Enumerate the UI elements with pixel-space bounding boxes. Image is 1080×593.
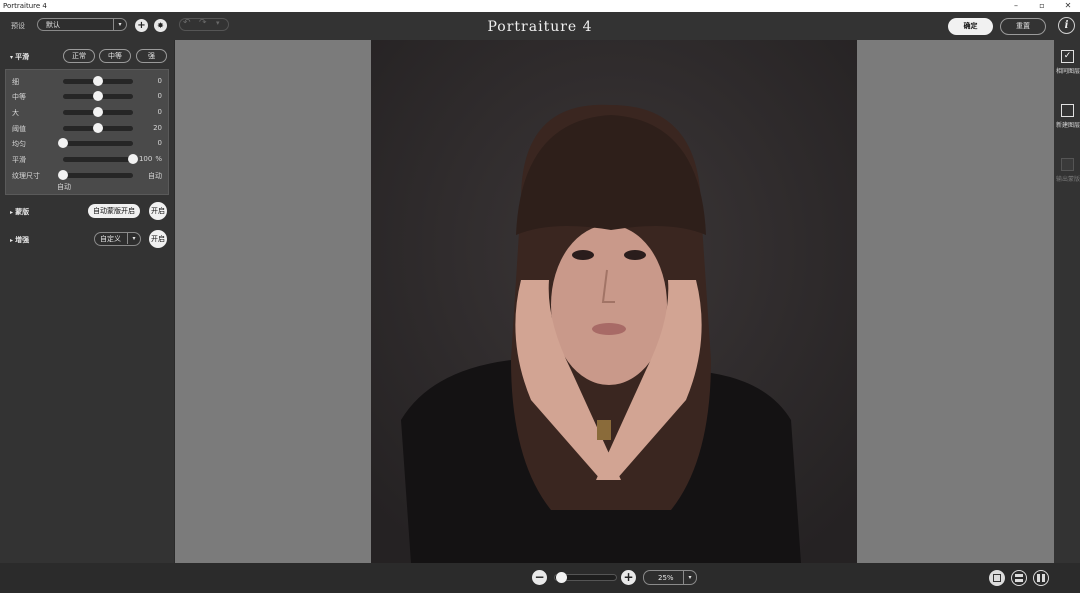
slider-thumb[interactable] xyxy=(128,154,138,164)
slider-row: 均匀 0 xyxy=(12,138,162,148)
info-icon[interactable]: i xyxy=(1058,17,1075,34)
enhance-mode-value: 自定义 xyxy=(100,235,121,243)
split-horizontal-icon[interactable] xyxy=(1011,570,1027,586)
slider-track[interactable] xyxy=(58,170,133,180)
slider-track[interactable] xyxy=(58,138,133,148)
slider-label: 纹理尺寸 xyxy=(12,172,40,180)
slider-thumb[interactable] xyxy=(58,138,68,148)
zoom-out-button[interactable]: − xyxy=(532,570,547,585)
slider-row: 纹理尺寸 自动 xyxy=(12,170,162,180)
slider-value: 0 xyxy=(157,77,162,85)
slider-label: 均匀 xyxy=(12,140,26,148)
smoothing-sliders-panel: 细 0 中等 0 大 0 阈值 20 均匀 0 平滑 100% 纹理尺寸 自动 … xyxy=(5,69,169,195)
window-titlebar: Portraiture 4 – ▫ ✕ xyxy=(0,0,1080,12)
chevron-down-icon[interactable]: ▾ xyxy=(127,233,140,244)
slider-value: 100% xyxy=(138,155,162,163)
mask-header[interactable]: ▸ 蒙版 xyxy=(10,207,29,217)
enhance-header[interactable]: ▸ 增强 xyxy=(10,235,29,245)
slider-value: 0 xyxy=(157,92,162,100)
output-mask-checkbox[interactable] xyxy=(1061,158,1074,171)
new-layer-checkbox[interactable] xyxy=(1061,104,1074,117)
slider-value: 0 xyxy=(157,108,162,116)
zoom-slider-track[interactable] xyxy=(554,572,617,583)
slider-row: 细 0 xyxy=(12,76,162,86)
reset-button[interactable]: 重置 xyxy=(1000,18,1046,35)
portrait-photo xyxy=(371,40,857,563)
slider-thumb[interactable] xyxy=(93,91,103,101)
slider-row: 大 0 xyxy=(12,107,162,117)
texture-size-caption: 自动 xyxy=(57,183,71,191)
slider-value: 20 xyxy=(153,124,162,132)
chevron-down-icon[interactable]: ▾ xyxy=(683,571,696,584)
slider-track[interactable] xyxy=(63,154,138,164)
slider-track[interactable] xyxy=(63,123,133,133)
same-layer-label: 相同图层 xyxy=(1056,68,1080,75)
smoothing-header[interactable]: ▾ 平滑 xyxy=(10,52,29,62)
minimize-button[interactable]: – xyxy=(1004,0,1028,12)
slider-row: 中等 0 xyxy=(12,91,162,101)
window-title: Portraiture 4 xyxy=(3,2,47,10)
right-panel xyxy=(1054,40,1080,563)
zoom-in-button[interactable]: + xyxy=(621,570,636,585)
slider-thumb[interactable] xyxy=(93,107,103,117)
preset-strong-button[interactable]: 强 xyxy=(136,49,167,63)
split-vertical-icon[interactable] xyxy=(1033,570,1049,586)
output-mask-label: 输出蒙版 xyxy=(1056,176,1080,183)
slider-row: 平滑 100% xyxy=(12,154,162,164)
preset-medium-button[interactable]: 中等 xyxy=(99,49,131,63)
auto-mask-button[interactable]: 自动蒙版开启 xyxy=(88,204,140,218)
close-button[interactable]: ✕ xyxy=(1056,0,1080,12)
mask-toggle-button[interactable]: 开启 xyxy=(149,202,167,220)
slider-thumb[interactable] xyxy=(58,170,68,180)
restore-button[interactable]: ▫ xyxy=(1030,0,1054,12)
slider-track[interactable] xyxy=(63,107,133,117)
slider-label: 平滑 xyxy=(12,156,26,164)
portrait-illustration xyxy=(371,40,857,563)
slider-track[interactable] xyxy=(63,76,133,86)
zoom-select[interactable]: 25% ▾ xyxy=(643,570,697,585)
slider-label: 中等 xyxy=(12,93,26,101)
ok-button[interactable]: 确定 xyxy=(948,18,993,35)
slider-track[interactable] xyxy=(63,91,133,101)
preset-normal-button[interactable]: 正常 xyxy=(63,49,95,63)
enhance-toggle-button[interactable]: 开启 xyxy=(149,230,167,248)
same-layer-checkbox[interactable]: ✓ xyxy=(1061,50,1074,63)
new-layer-label: 新建图层 xyxy=(1056,122,1080,129)
slider-value: 自动 xyxy=(148,172,162,180)
app-title: Portraiture 4 xyxy=(487,19,593,35)
zoom-value: 25% xyxy=(658,574,674,582)
slider-thumb[interactable] xyxy=(93,123,103,133)
slider-thumb[interactable] xyxy=(93,76,103,86)
slider-row: 阈值 20 xyxy=(12,123,162,133)
slider-label: 大 xyxy=(12,109,19,117)
single-view-icon[interactable] xyxy=(989,570,1005,586)
slider-label: 阈值 xyxy=(12,125,26,133)
slider-label: 细 xyxy=(12,78,19,86)
slider-value: 0 xyxy=(157,139,162,147)
enhance-mode-select[interactable]: 自定义 ▾ xyxy=(94,232,141,246)
